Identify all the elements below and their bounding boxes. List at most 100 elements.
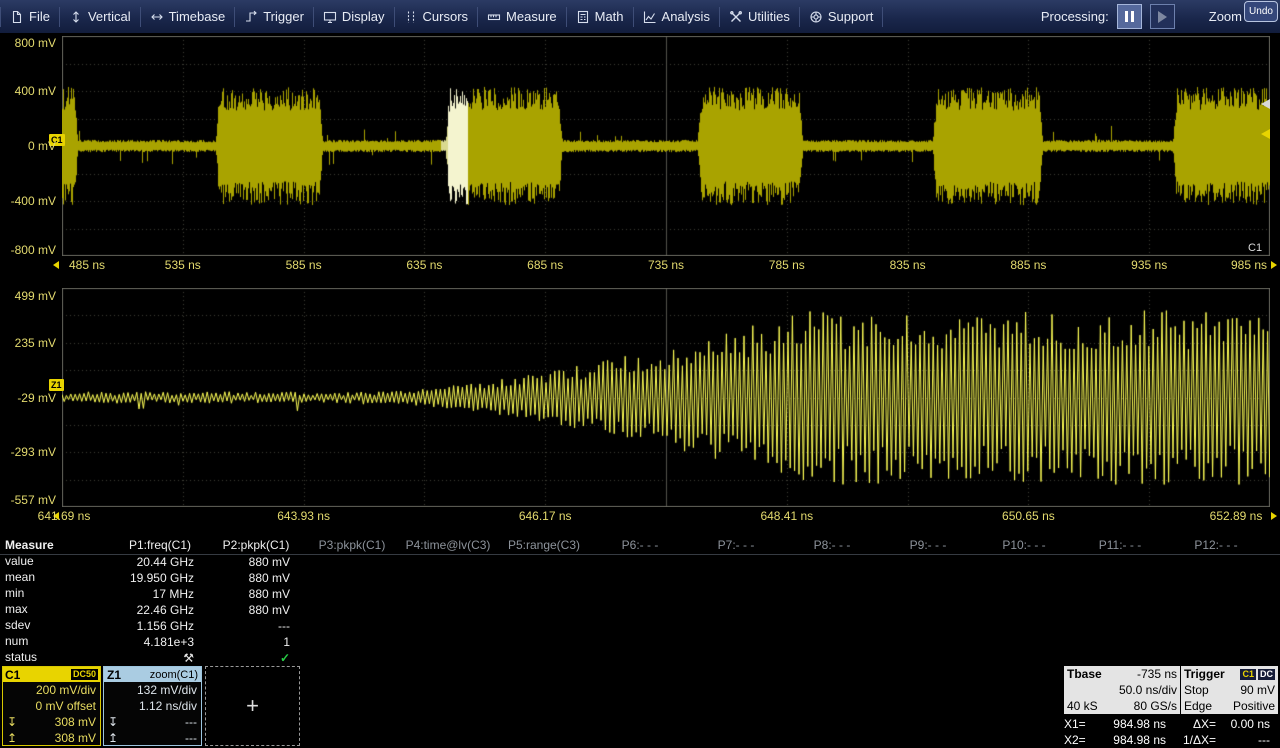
- menu-item-vertical[interactable]: Vertical: [60, 0, 140, 33]
- c1-coupling-badge: DC50: [71, 669, 98, 680]
- measure-header-p7[interactable]: P7:- - -: [688, 538, 784, 553]
- measure-header-p1[interactable]: P1:freq(C1): [112, 538, 208, 553]
- timebase-delay: -735 ns: [1137, 666, 1177, 682]
- measure-table: MeasureP1:freq(C1)P2:pkpk(C1)P3:pkpk(C1)…: [0, 538, 1280, 666]
- menu-item-label: Support: [828, 9, 874, 24]
- measure-row-label: max: [5, 602, 28, 617]
- measure-header-p8[interactable]: P8:- - -: [784, 538, 880, 553]
- measure-header-p6[interactable]: P6:- - -: [592, 538, 688, 553]
- pause-button[interactable]: [1117, 4, 1142, 29]
- menu-item-analysis[interactable]: Analysis: [634, 0, 719, 33]
- measure-header-p11[interactable]: P11:- - -: [1072, 538, 1168, 553]
- measure-header-row: MeasureP1:freq(C1)P2:pkpk(C1)P3:pkpk(C1)…: [0, 538, 1280, 555]
- trigger-descriptor-box[interactable]: Trigger C1 DC Stop90 mV EdgePositive: [1181, 666, 1278, 714]
- x-tick-label: 485 ns: [69, 258, 105, 272]
- menu-item-label: Utilities: [748, 9, 790, 24]
- c1-title: C1: [5, 668, 20, 682]
- c1-max-value: 308 mV: [55, 731, 96, 745]
- trigger-level: 90 mV: [1240, 682, 1275, 698]
- measure-header-p10[interactable]: P10:- - -: [976, 538, 1072, 553]
- measure-value: 880 mV: [208, 570, 290, 586]
- x-tick-label: 985 ns: [1231, 258, 1267, 272]
- measure-value: 20.44 GHz: [112, 554, 194, 570]
- c1-min-row: ↧ 308 mV: [3, 714, 100, 730]
- menu-item-support[interactable]: Support: [800, 0, 883, 33]
- measure-header-p3[interactable]: P3:pkpk(C1): [304, 538, 400, 553]
- main-waveform-canvas[interactable]: [62, 36, 1270, 256]
- menu-item-measure[interactable]: Measure: [478, 0, 566, 33]
- y-tick-label: -293 mV: [2, 445, 56, 459]
- zoom-waveform-canvas[interactable]: [62, 288, 1270, 507]
- menu-item-label: Vertical: [88, 9, 131, 24]
- y-tick-label: -29 mV: [2, 391, 56, 405]
- measure-header-p9[interactable]: P9:- - -: [880, 538, 976, 553]
- menu-item-trigger[interactable]: Trigger: [235, 0, 313, 33]
- x-tick-label: 646.17 ns: [519, 509, 572, 523]
- undo-button[interactable]: Undo: [1244, 1, 1278, 22]
- timebase-title: Tbase: [1067, 666, 1102, 682]
- status-ok-icon: ✓: [208, 650, 290, 666]
- invdx-value: ---: [1216, 732, 1270, 748]
- measure-row-value: value20.44 GHz880 mV: [0, 554, 1280, 570]
- c1-descriptor-box[interactable]: C1 DC50 200 mV/div 0 mV offset ↧308 mV ↥…: [2, 666, 101, 746]
- c1-min-value: 308 mV: [55, 715, 96, 729]
- measure-row-label: num: [5, 634, 28, 649]
- measure-row-num: num4.181e+31: [0, 634, 1280, 650]
- add-trace-button[interactable]: +: [205, 666, 300, 746]
- z1-min-value: ---: [185, 715, 197, 729]
- measure-header-p5[interactable]: P5:range(C3): [496, 538, 592, 553]
- menu-item-label: File: [29, 9, 50, 24]
- measure-header-p12[interactable]: P12:- - -: [1168, 538, 1264, 553]
- measure-row-label: status: [5, 650, 37, 665]
- menu-item-timebase[interactable]: Timebase: [141, 0, 235, 33]
- invdx-label: 1/ΔX=: [1170, 732, 1216, 748]
- trace-label: C1: [1248, 242, 1262, 254]
- measure-row-label: min: [5, 586, 24, 601]
- menu-item-utilities[interactable]: Utilities: [720, 0, 799, 33]
- menu-item-label: Timebase: [169, 9, 226, 24]
- z1-channel-marker[interactable]: Z1: [49, 379, 64, 391]
- x1-label: X1=: [1064, 716, 1094, 732]
- measure-value: 19.950 GHz: [112, 570, 194, 586]
- zoom-menu-label[interactable]: Zoom: [1209, 9, 1242, 24]
- measure-header-p4[interactable]: P4:time@lv(C3): [400, 538, 496, 553]
- x-tick-label: 643.93 ns: [277, 509, 330, 523]
- measure-row-sdev: sdev1.156 GHz---: [0, 618, 1280, 634]
- dx-value: 0.00 ns: [1216, 716, 1270, 732]
- trigger-coupling-badge: DC: [1258, 669, 1275, 680]
- measure-icon: [487, 10, 501, 24]
- z1-subtitle: zoom(C1): [150, 669, 198, 681]
- measure-header-p2[interactable]: P2:pkpk(C1): [208, 538, 304, 553]
- support-icon: [809, 10, 823, 24]
- menu-item-cursors[interactable]: Cursors: [395, 0, 478, 33]
- timebase-icon: [150, 10, 164, 24]
- menu-item-math[interactable]: Math: [567, 0, 633, 33]
- y-tick-label: 235 mV: [2, 336, 56, 350]
- menu-item-label: Cursors: [423, 9, 469, 24]
- scroll-right-icon[interactable]: [1271, 512, 1277, 520]
- display-icon: [323, 10, 337, 24]
- x-tick-label: 650.65 ns: [1002, 509, 1055, 523]
- pause-icon: [1125, 11, 1128, 22]
- z1-descriptor-box[interactable]: Z1 zoom(C1) 132 mV/div 1.12 ns/div ↧--- …: [103, 666, 202, 746]
- cursors-icon: [404, 10, 418, 24]
- x-tick-label: 585 ns: [286, 258, 322, 272]
- y-tick-label: 400 mV: [2, 84, 56, 98]
- c1-scale: 200 mV/div: [3, 682, 100, 698]
- menu-item-display[interactable]: Display: [314, 0, 394, 33]
- measure-value: 1.156 GHz: [112, 618, 194, 634]
- timebase-descriptor-box[interactable]: Tbase-735 ns 50.0 ns/div 40 kS80 GS/s: [1064, 666, 1180, 714]
- min-arrow-icon: ↧: [7, 714, 17, 730]
- scroll-left-icon[interactable]: [53, 261, 59, 269]
- scroll-right-icon[interactable]: [1271, 261, 1277, 269]
- menu-item-file[interactable]: File: [1, 0, 59, 33]
- z1-min-row: ↧---: [104, 714, 201, 730]
- trigger-slope: Positive: [1233, 698, 1275, 714]
- vertical-icon: [69, 10, 83, 24]
- y-tick-label: -557 mV: [2, 493, 56, 507]
- cursor-readout: X1= 984.98 ns ΔX= 0.00 ns X2= 984.98 ns …: [1064, 716, 1278, 748]
- c1-offset: 0 mV offset: [3, 698, 100, 714]
- play-button[interactable]: [1150, 4, 1175, 29]
- zoom-waveform-plot: Z1 641.69 ns643.93 ns646.17 ns648.41 ns6…: [0, 281, 1280, 531]
- trigger-level-marker[interactable]: [1261, 129, 1270, 139]
